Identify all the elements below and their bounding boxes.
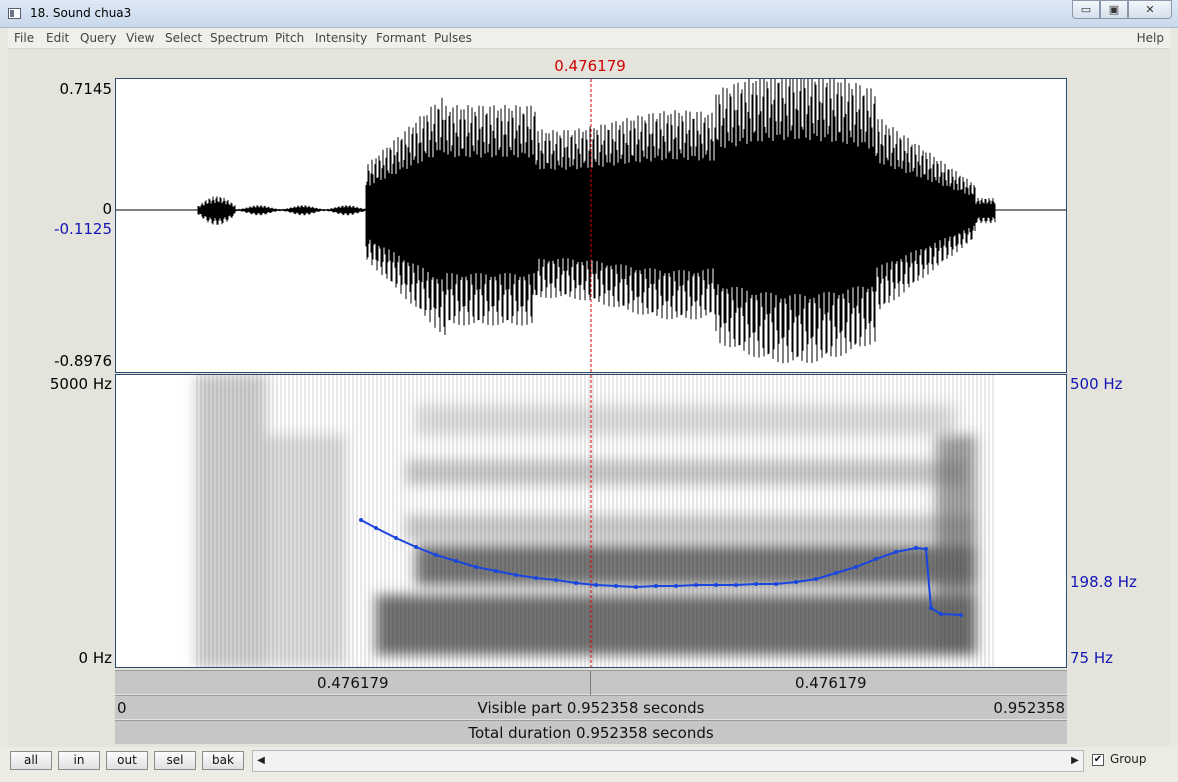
pitch-point: [714, 583, 718, 587]
waveform-cursor-value: -0.1125: [54, 220, 112, 238]
visible-end-time: 0.952358: [993, 699, 1065, 717]
pitch-point: [939, 612, 943, 616]
pitch-point: [734, 583, 738, 587]
menu-view[interactable]: View: [126, 31, 154, 45]
pitch-point: [374, 526, 378, 530]
pitch-point: [534, 576, 538, 580]
selection-time-bar[interactable]: 0.476179 0.476179: [115, 670, 1067, 695]
cursor-divider: [590, 671, 591, 695]
pitch-max-label: 500 Hz: [1070, 375, 1123, 393]
menu-edit[interactable]: Edit: [46, 31, 69, 45]
menu-bar: File Edit Query View Select Spectrum Pit…: [8, 28, 1170, 49]
spectrogram-panel[interactable]: [115, 374, 1067, 668]
pitch-point: [454, 559, 458, 563]
pitch-point: [674, 584, 678, 588]
pitch-point: [514, 573, 518, 577]
zoom-in-button[interactable]: in: [58, 751, 100, 770]
spectrogram-min-freq-label: 0 Hz: [78, 649, 112, 667]
spectrogram-max-freq-label: 5000 Hz: [49, 375, 112, 393]
pitch-point: [929, 606, 933, 610]
scroll-right-arrow-icon[interactable]: ▶: [1067, 751, 1083, 771]
menu-help[interactable]: Help: [1137, 31, 1164, 45]
menu-pitch[interactable]: Pitch: [275, 31, 304, 45]
pitch-point: [434, 553, 438, 557]
waveform-zero-label: 0: [102, 200, 112, 218]
group-label: Group: [1110, 752, 1147, 766]
pitch-point: [554, 578, 558, 582]
pitch-point: [924, 547, 928, 551]
pitch-cursor-label: 198.8 Hz: [1070, 573, 1137, 591]
pitch-point: [959, 613, 963, 617]
pitch-point: [874, 557, 878, 561]
pitch-point: [594, 583, 598, 587]
horizontal-scrollbar[interactable]: ◀ ▶: [252, 750, 1084, 772]
pitch-point: [894, 550, 898, 554]
menu-select[interactable]: Select: [165, 31, 202, 45]
pitch-point: [634, 585, 638, 589]
menu-query[interactable]: Query: [80, 31, 116, 45]
spectrogram-plot: [194, 375, 994, 667]
pitch-point: [394, 536, 398, 540]
app-icon: [8, 8, 21, 19]
zoom-out-button[interactable]: out: [106, 751, 148, 770]
scroll-left-arrow-icon[interactable]: ◀: [253, 751, 269, 771]
zoom-all-button[interactable]: all: [10, 751, 52, 770]
pitch-point: [654, 584, 658, 588]
waveform-min-label: -0.8976: [54, 352, 112, 370]
pitch-point: [854, 565, 858, 569]
pitch-point: [834, 571, 838, 575]
pitch-point: [574, 581, 578, 585]
menu-spectrum[interactable]: Spectrum: [210, 31, 268, 45]
minimize-button[interactable]: ▭: [1072, 0, 1100, 19]
pitch-point: [794, 580, 798, 584]
visible-part-label: Visible part 0.952358 seconds: [477, 699, 705, 717]
waveform-panel[interactable]: [115, 78, 1067, 373]
total-duration-bar[interactable]: Total duration 0.952358 seconds: [115, 720, 1067, 744]
menu-pulses[interactable]: Pulses: [434, 31, 472, 45]
zoom-selection-button[interactable]: sel: [154, 751, 196, 770]
visible-part-bar[interactable]: 0 Visible part 0.952358 seconds 0.952358: [115, 695, 1067, 719]
pitch-point: [754, 582, 758, 586]
waveform-max-label: 0.7145: [59, 80, 113, 98]
bottom-toolbar: all in out sel bak ◀ ▶ ✔ Group: [0, 747, 1178, 782]
group-checkbox[interactable]: ✔: [1092, 754, 1104, 766]
restore-button[interactable]: ▣: [1100, 0, 1128, 19]
total-duration-label: Total duration 0.952358 seconds: [468, 724, 714, 742]
menu-formant[interactable]: Formant: [376, 31, 426, 45]
right-segment-duration: 0.476179: [795, 674, 867, 692]
window-title: 18. Sound chua3: [30, 6, 132, 20]
waveform-plot: [116, 79, 1066, 372]
title-bar: 18. Sound chua3 ▭ ▣ ✕: [0, 0, 1178, 28]
menu-file[interactable]: File: [14, 31, 34, 45]
pitch-point: [494, 569, 498, 573]
pitch-point: [614, 584, 618, 588]
pitch-min-label: 75 Hz: [1070, 649, 1114, 667]
close-button[interactable]: ✕: [1128, 0, 1172, 19]
left-segment-duration: 0.476179: [317, 674, 389, 692]
pitch-point: [474, 565, 478, 569]
cursor-time-label: 0.476179: [554, 57, 626, 75]
zoom-back-button[interactable]: bak: [202, 751, 244, 770]
menu-intensity[interactable]: Intensity: [315, 31, 367, 45]
pitch-point: [359, 518, 363, 522]
pitch-point: [814, 577, 818, 581]
pitch-point: [914, 546, 918, 550]
pitch-point: [414, 545, 418, 549]
pitch-point: [774, 582, 778, 586]
pitch-point: [694, 583, 698, 587]
